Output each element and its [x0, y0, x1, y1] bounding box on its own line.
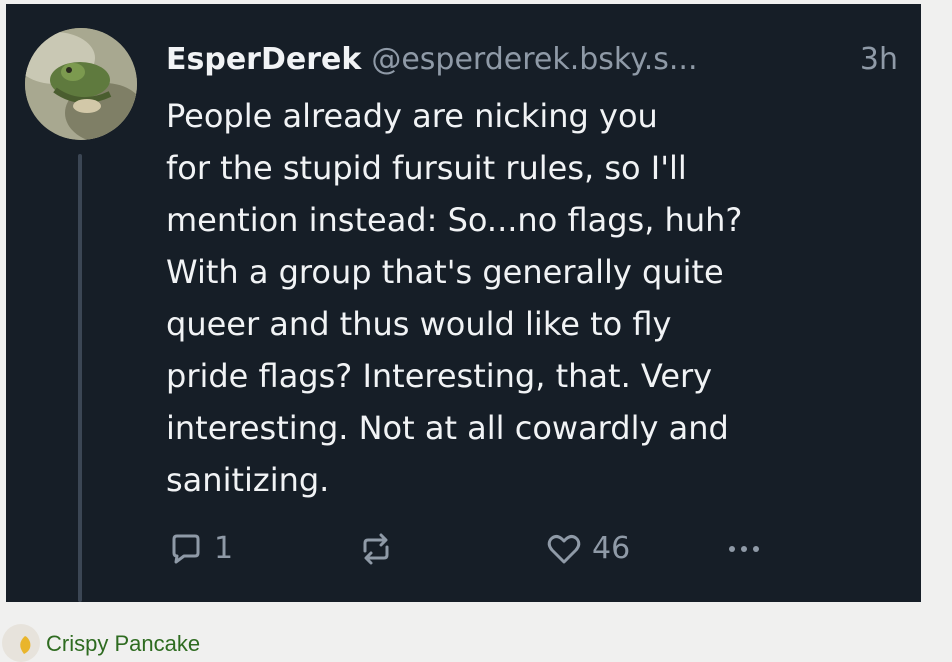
post-body-line: mention instead: So...no flags, huh?: [166, 201, 743, 239]
reply-icon: [172, 534, 200, 564]
user-avatar-icon[interactable]: [2, 624, 40, 662]
author-avatar[interactable]: [25, 28, 137, 140]
post-header: EsperDerek @esperderek.bsky.s... 3h: [166, 38, 906, 82]
post-body-line: pride flags? Interesting, that. Very: [166, 357, 713, 395]
post-body-line: sanitizing.: [166, 461, 330, 499]
reply-count: 1: [214, 531, 234, 566]
author-name[interactable]: EsperDerek: [166, 42, 361, 77]
crescent-moon-icon: [20, 636, 31, 654]
thread-line: [78, 154, 82, 602]
repost-button[interactable]: [356, 526, 396, 572]
post-body-line: for the stupid fursuit rules, so I'll: [166, 149, 687, 187]
like-button[interactable]: 46: [544, 526, 630, 572]
reply-button[interactable]: 1: [166, 526, 233, 572]
comment-author-name[interactable]: Crispy Pancake: [46, 631, 200, 657]
post-body: People already are nicking you for the s…: [166, 90, 886, 506]
like-count: 46: [592, 531, 631, 566]
heart-icon: [547, 535, 581, 564]
post-time[interactable]: 3h: [860, 38, 898, 82]
post-body-line: queer and thus would like to fly: [166, 305, 672, 343]
ellipsis-icon: [729, 546, 759, 552]
repost-icon: [363, 533, 389, 565]
author-handle[interactable]: @esperderek.bsky.s...: [371, 42, 697, 77]
more-options-button[interactable]: [722, 526, 766, 572]
post-body-line: With a group that's generally quite: [166, 253, 724, 291]
post-body-line: People already are nicking you: [166, 97, 658, 135]
frog-avatar-image: [25, 28, 137, 140]
post-actions: 1 46: [166, 522, 906, 578]
comment-author: Crispy Pancake: [2, 624, 200, 662]
post-body-line: interesting. Not at all cowardly and: [166, 409, 729, 447]
post-card[interactable]: EsperDerek @esperderek.bsky.s... 3h Peopl…: [6, 4, 921, 602]
